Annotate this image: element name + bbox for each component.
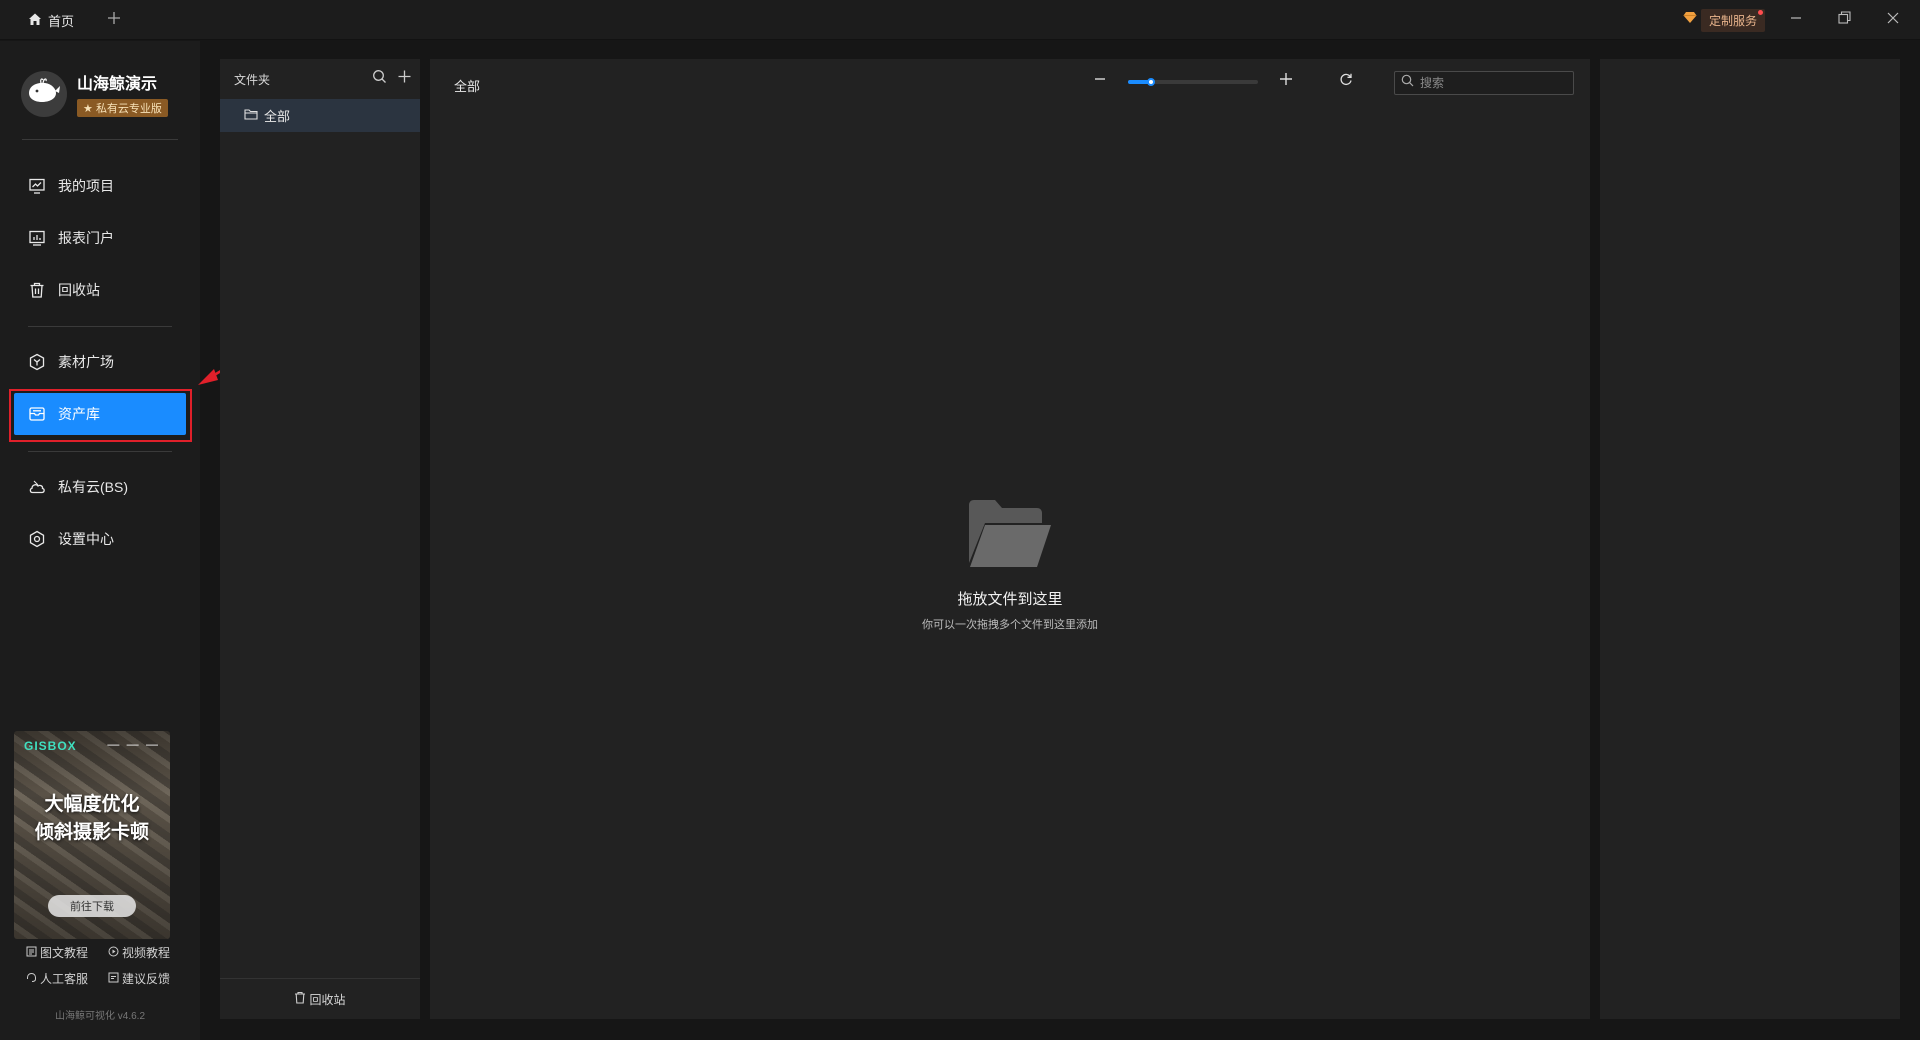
zoom-slider-handle[interactable] (1147, 78, 1156, 86)
help-tutorial-video[interactable]: 视频教程 (108, 944, 170, 961)
search-input[interactable] (1420, 76, 1560, 90)
title-bar: 首页 定制服务 (0, 0, 1920, 40)
minimize-button[interactable] (1779, 6, 1813, 34)
custom-service-label: 定制服务 (1701, 8, 1766, 32)
minimize-icon (1790, 11, 1802, 29)
asset-box-icon (28, 405, 46, 423)
divider (28, 326, 172, 327)
sidebar-item-label: 私有云(BS) (58, 479, 128, 495)
divider (22, 139, 178, 140)
restore-icon (1837, 11, 1851, 29)
help-tutorial-text[interactable]: 图文教程 (26, 944, 88, 961)
new-tab-button[interactable] (102, 6, 126, 34)
zoom-in-button[interactable] (1276, 71, 1296, 91)
promo-logo: GISBOX (24, 739, 77, 753)
refresh-icon (1339, 72, 1353, 91)
folder-panel-title: 文件夹 (234, 73, 271, 87)
custom-service-button[interactable]: 定制服务 (1677, 8, 1771, 32)
plus-icon (1279, 72, 1293, 91)
details-panel (1600, 59, 1900, 1019)
version-label: 山海鲸可视化 v4.6.2 (54, 1011, 146, 1022)
headset-icon (26, 972, 37, 986)
avatar[interactable] (21, 70, 67, 117)
sidebar-item-label: 素材广场 (58, 354, 114, 370)
restore-button[interactable] (1827, 6, 1861, 34)
promo-banner[interactable]: GISBOX — — — 大幅度优化 倾斜摄影卡顿 前往下载 (14, 731, 170, 939)
promo-headline-1: 大幅度优化 (44, 794, 140, 815)
chart-monitor-icon (28, 177, 46, 195)
tab-home-label: 首页 (48, 13, 75, 29)
search-icon (1401, 74, 1414, 92)
zoom-slider[interactable] (1128, 78, 1258, 86)
gear-icon (28, 530, 46, 548)
folder-recycle-bin[interactable]: 回收站 (220, 978, 420, 1019)
sidebar: 山海鲸演示 ★ 私有云专业版 我的项目 报表门户 回收站 素材广场 资产库 私有… (0, 41, 200, 1040)
folder-tools (372, 69, 412, 89)
open-folder-icon (967, 500, 1053, 573)
help-tutorial-text-label: 图文教程 (40, 946, 89, 960)
diamond-icon (1683, 11, 1697, 29)
promo-download-button[interactable]: 前往下载 (48, 895, 136, 917)
sidebar-item-label: 回收站 (58, 282, 100, 298)
cloud-icon (28, 478, 46, 496)
tab-home[interactable]: 首页 (18, 6, 84, 34)
sidebar-item-my-projects[interactable]: 我的项目 (14, 165, 186, 207)
edition-badge: ★ 私有云专业版 (77, 99, 168, 117)
sidebar-item-recycle-bin[interactable]: 回收站 (14, 269, 186, 311)
empty-state-subtitle: 你可以一次拖拽多个文件到这里添加 (922, 619, 1098, 631)
edition-badge-label: 私有云专业版 (95, 103, 162, 115)
brand: 山海鲸演示 ★ 私有云专业版 (21, 70, 168, 117)
promo-headline-2: 倾斜摄影卡顿 (34, 822, 149, 843)
plus-icon[interactable] (397, 69, 412, 89)
document-icon (26, 946, 37, 960)
play-circle-icon (108, 946, 119, 960)
folder-icon (244, 108, 258, 123)
sidebar-item-asset-library[interactable]: 资产库 (14, 393, 186, 435)
cube-icon (28, 353, 46, 371)
folder-panel: 文件夹 全部 回收站 (220, 59, 420, 1019)
main-title: 全部 (454, 79, 481, 94)
sidebar-item-report-portal[interactable]: 报表门户 (14, 217, 186, 259)
sidebar-item-label: 资产库 (58, 406, 100, 422)
plus-icon (107, 11, 121, 30)
sidebar-item-label: 报表门户 (58, 230, 114, 246)
trash-icon (28, 281, 46, 299)
help-support[interactable]: 人工客服 (26, 970, 88, 987)
close-button[interactable] (1876, 6, 1910, 34)
help-feedback-label: 建议反馈 (122, 972, 171, 986)
folder-item-all[interactable]: 全部 (220, 99, 420, 132)
report-portal-icon (28, 229, 46, 247)
zoom-out-button[interactable] (1090, 71, 1110, 91)
help-support-label: 人工客服 (40, 972, 89, 986)
minus-icon (1094, 72, 1106, 90)
custom-service-text: 定制服务 (1709, 13, 1758, 28)
search-box[interactable] (1394, 71, 1574, 95)
sidebar-item-settings[interactable]: 设置中心 (14, 518, 186, 560)
brand-name: 山海鲸演示 (77, 76, 158, 93)
empty-state-title: 拖放文件到这里 (957, 591, 1063, 608)
divider (28, 451, 172, 452)
refresh-button[interactable] (1336, 71, 1356, 91)
sidebar-item-material-plaza[interactable]: 素材广场 (14, 341, 186, 383)
trash-icon (294, 991, 306, 1007)
promo-dashes: — — — (107, 737, 160, 751)
search-icon[interactable] (372, 69, 387, 89)
close-icon (1887, 11, 1899, 29)
sidebar-item-private-cloud[interactable]: 私有云(BS) (14, 466, 186, 508)
folder-recycle-bin-label: 回收站 (309, 992, 346, 1007)
help-tutorial-video-label: 视频教程 (122, 946, 171, 960)
sidebar-item-label: 设置中心 (58, 531, 114, 547)
help-feedback[interactable]: 建议反馈 (108, 970, 170, 987)
whale-logo-icon (26, 77, 62, 110)
star-icon: ★ (83, 103, 93, 115)
empty-state: 拖放文件到这里 你可以一次拖拽多个文件到这里添加 (430, 499, 1590, 632)
home-icon (28, 12, 42, 29)
sidebar-item-label: 我的项目 (58, 178, 114, 194)
folder-item-label: 全部 (264, 109, 291, 124)
main-panel: 全部 拖放文件到这里 你可以一次拖拽多个文件到这里添加 (430, 59, 1590, 1019)
feedback-icon (108, 972, 119, 986)
notification-dot (1758, 9, 1764, 15)
